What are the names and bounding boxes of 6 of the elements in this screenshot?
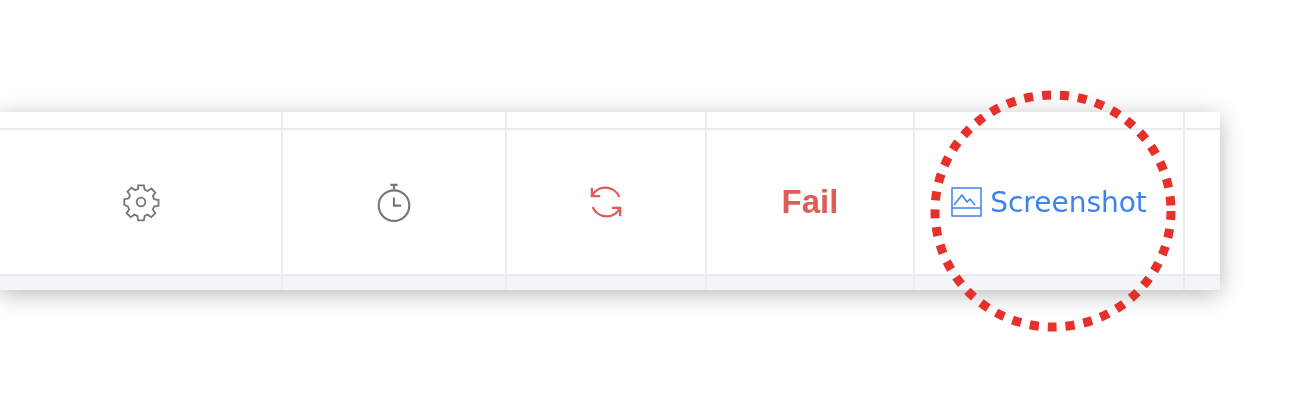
table-cell (1183, 276, 1220, 290)
image-icon (951, 187, 983, 217)
settings-icon[interactable] (120, 182, 161, 222)
status-text: Fail (781, 183, 839, 221)
screenshot-link[interactable]: Screenshot (951, 181, 1147, 223)
stopwatch-icon[interactable] (376, 182, 412, 222)
